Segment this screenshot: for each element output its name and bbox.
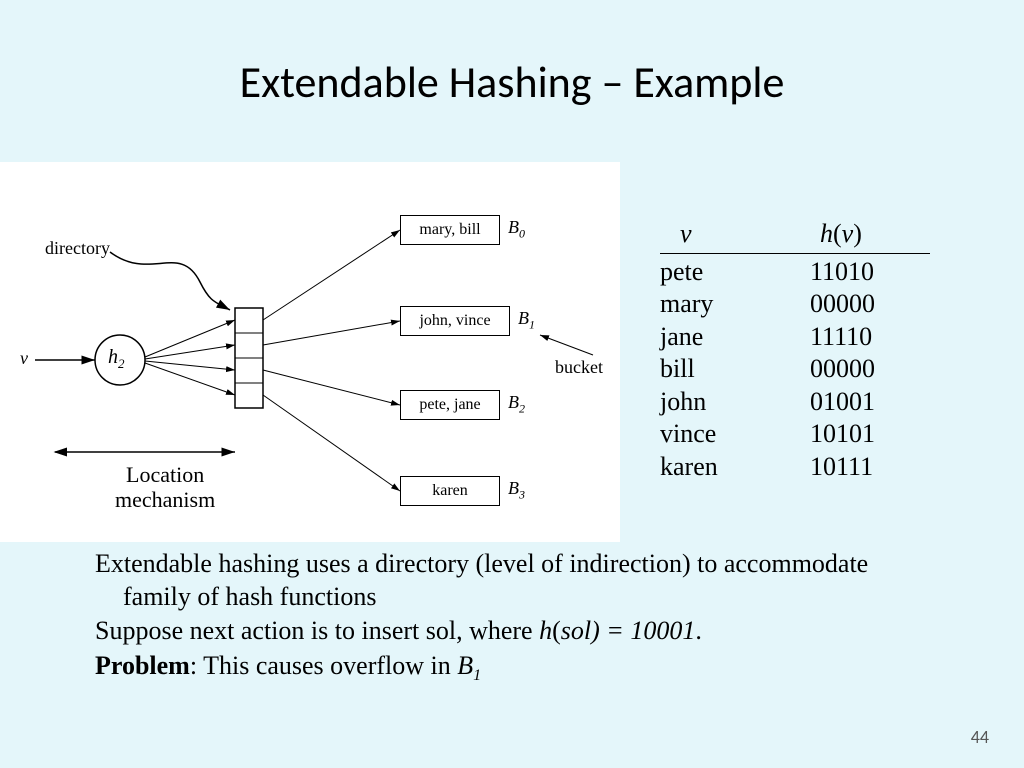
diagram-svg	[0, 162, 620, 542]
directory-label: directory	[45, 238, 110, 259]
body-line-2: Suppose next action is to insert sol, wh…	[95, 615, 935, 648]
body-line-1: Extendable hashing uses a directory (lev…	[95, 548, 935, 613]
location-mechanism-label: Location mechanism	[115, 462, 215, 513]
bucket-0: mary, bill	[400, 215, 500, 245]
bucket-2: pete, jane	[400, 390, 500, 420]
hash-table-header: v h(v)	[660, 218, 930, 254]
page-number: 44	[971, 726, 989, 748]
bucket-3: karen	[400, 476, 500, 506]
hash-node: h2	[108, 346, 125, 372]
bucket-1: john, vince	[400, 306, 510, 336]
table-row: mary00000	[660, 288, 930, 321]
table-row: karen10111	[660, 451, 930, 484]
bucket-1-label: B1	[518, 308, 535, 333]
hash-value-table: v h(v) pete11010 mary00000 jane11110 bil…	[660, 218, 930, 483]
bucket-pointer-label: bucket	[555, 357, 603, 378]
table-row: vince10101	[660, 418, 930, 451]
body-line-3: Problem: This causes overflow in B1	[95, 650, 935, 686]
header-hv: h(v)	[820, 218, 930, 251]
body-text: Extendable hashing uses a directory (lev…	[95, 548, 935, 688]
table-row: jane11110	[660, 321, 930, 354]
slide: Extendable Hashing – Example	[0, 0, 1024, 768]
table-row: pete11010	[660, 256, 930, 289]
table-row: john01001	[660, 386, 930, 419]
slide-title: Extendable Hashing – Example	[0, 0, 1024, 134]
bucket-2-label: B2	[508, 392, 525, 417]
v-input-label: v	[20, 348, 28, 369]
bucket-0-label: B0	[508, 217, 525, 242]
header-v: v	[660, 218, 820, 251]
bucket-3-label: B3	[508, 478, 525, 503]
table-row: bill00000	[660, 353, 930, 386]
diagram: v h2 directory bucket mary, bill B0 john…	[0, 162, 620, 542]
